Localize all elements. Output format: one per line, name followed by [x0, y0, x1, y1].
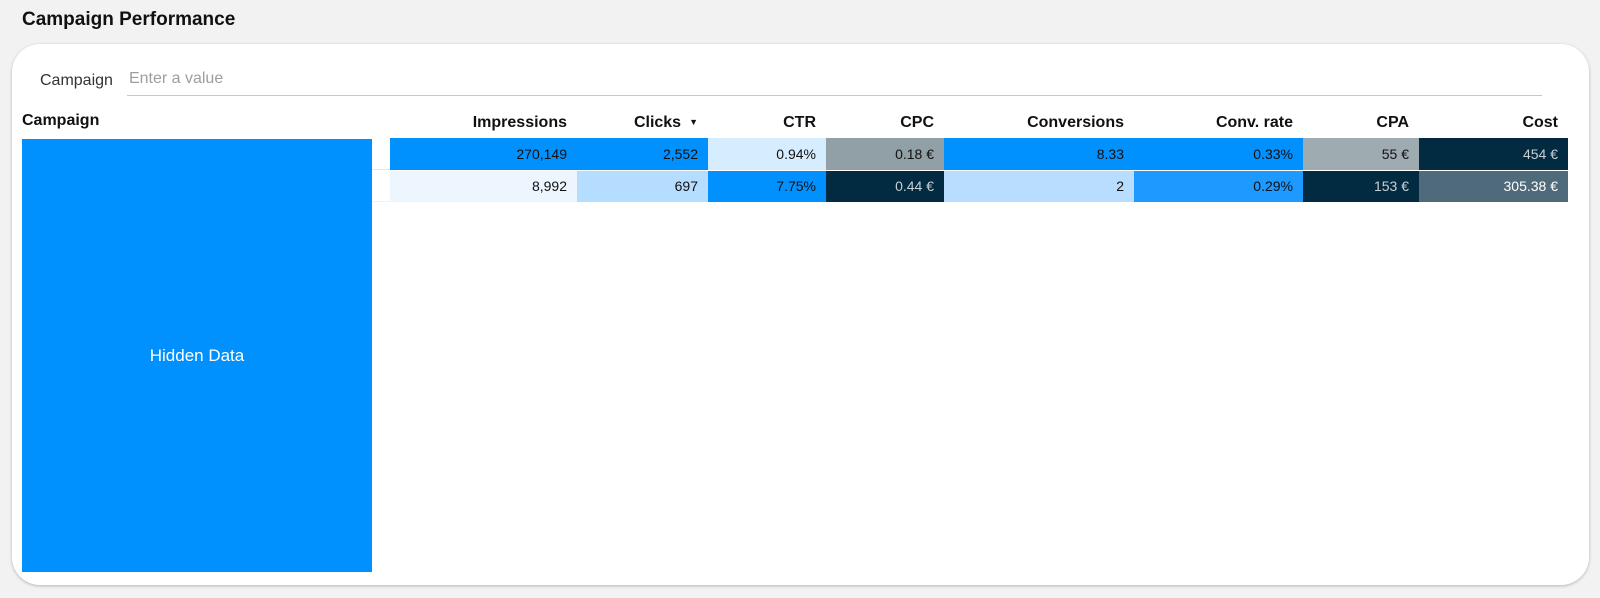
column-header-clicks[interactable]: Clicks ▼ [577, 108, 708, 138]
table-cell: 0.44 € [826, 170, 944, 203]
metrics-table: Impressions Clicks ▼ CTR CPC Conversions … [390, 108, 1568, 203]
table-cell: 0.33% [1134, 138, 1303, 171]
table-cell: 55 € [1303, 138, 1419, 171]
hidden-data-block: Hidden Data [22, 139, 372, 572]
table-cell: 305.38 € [1419, 170, 1568, 203]
campaign-filter: Campaign [40, 66, 1542, 96]
column-header-conversions[interactable]: Conversions [944, 108, 1134, 138]
column-header-cpa[interactable]: CPA [1303, 108, 1419, 138]
table-row[interactable]: 270,149 2,552 0.94% 0.18 € 8.33 0.33% 55… [390, 138, 1568, 171]
table-header-row: Impressions Clicks ▼ CTR CPC Conversions … [390, 108, 1568, 138]
table-cell: 0.29% [1134, 170, 1303, 203]
row-divider [372, 169, 392, 202]
campaign-table-card: Campaign Campaign Hidden Data Impression… [12, 44, 1589, 585]
table-cell: 454 € [1419, 138, 1568, 171]
table-cell: 8.33 [944, 138, 1134, 171]
table-cell: 8,992 [390, 170, 577, 203]
column-header-conv-rate[interactable]: Conv. rate [1134, 108, 1303, 138]
table-row[interactable]: 8,992 697 7.75% 0.44 € 2 0.29% 153 € 305… [390, 170, 1568, 203]
table-cell: 0.18 € [826, 138, 944, 171]
page-title: Campaign Performance [22, 9, 236, 30]
filter-label: Campaign [40, 72, 113, 89]
campaign-column-header[interactable]: Campaign [22, 112, 99, 130]
campaign-filter-input[interactable] [126, 66, 1542, 96]
table-cell: 7.75% [708, 170, 826, 203]
column-header-impressions[interactable]: Impressions [390, 108, 577, 138]
sort-descending-icon: ▼ [689, 116, 698, 127]
table-cell: 2,552 [577, 138, 708, 171]
hidden-data-label: Hidden Data [149, 345, 245, 365]
table-cell: 0.94% [708, 138, 826, 171]
table-cell: 153 € [1303, 170, 1419, 203]
table-cell: 697 [577, 170, 708, 203]
table-cell: 270,149 [390, 138, 577, 171]
column-header-cpc[interactable]: CPC [826, 108, 944, 138]
table-cell: 2 [944, 170, 1134, 203]
column-header-ctr[interactable]: CTR [708, 108, 826, 138]
column-header-cost[interactable]: Cost [1419, 108, 1568, 138]
